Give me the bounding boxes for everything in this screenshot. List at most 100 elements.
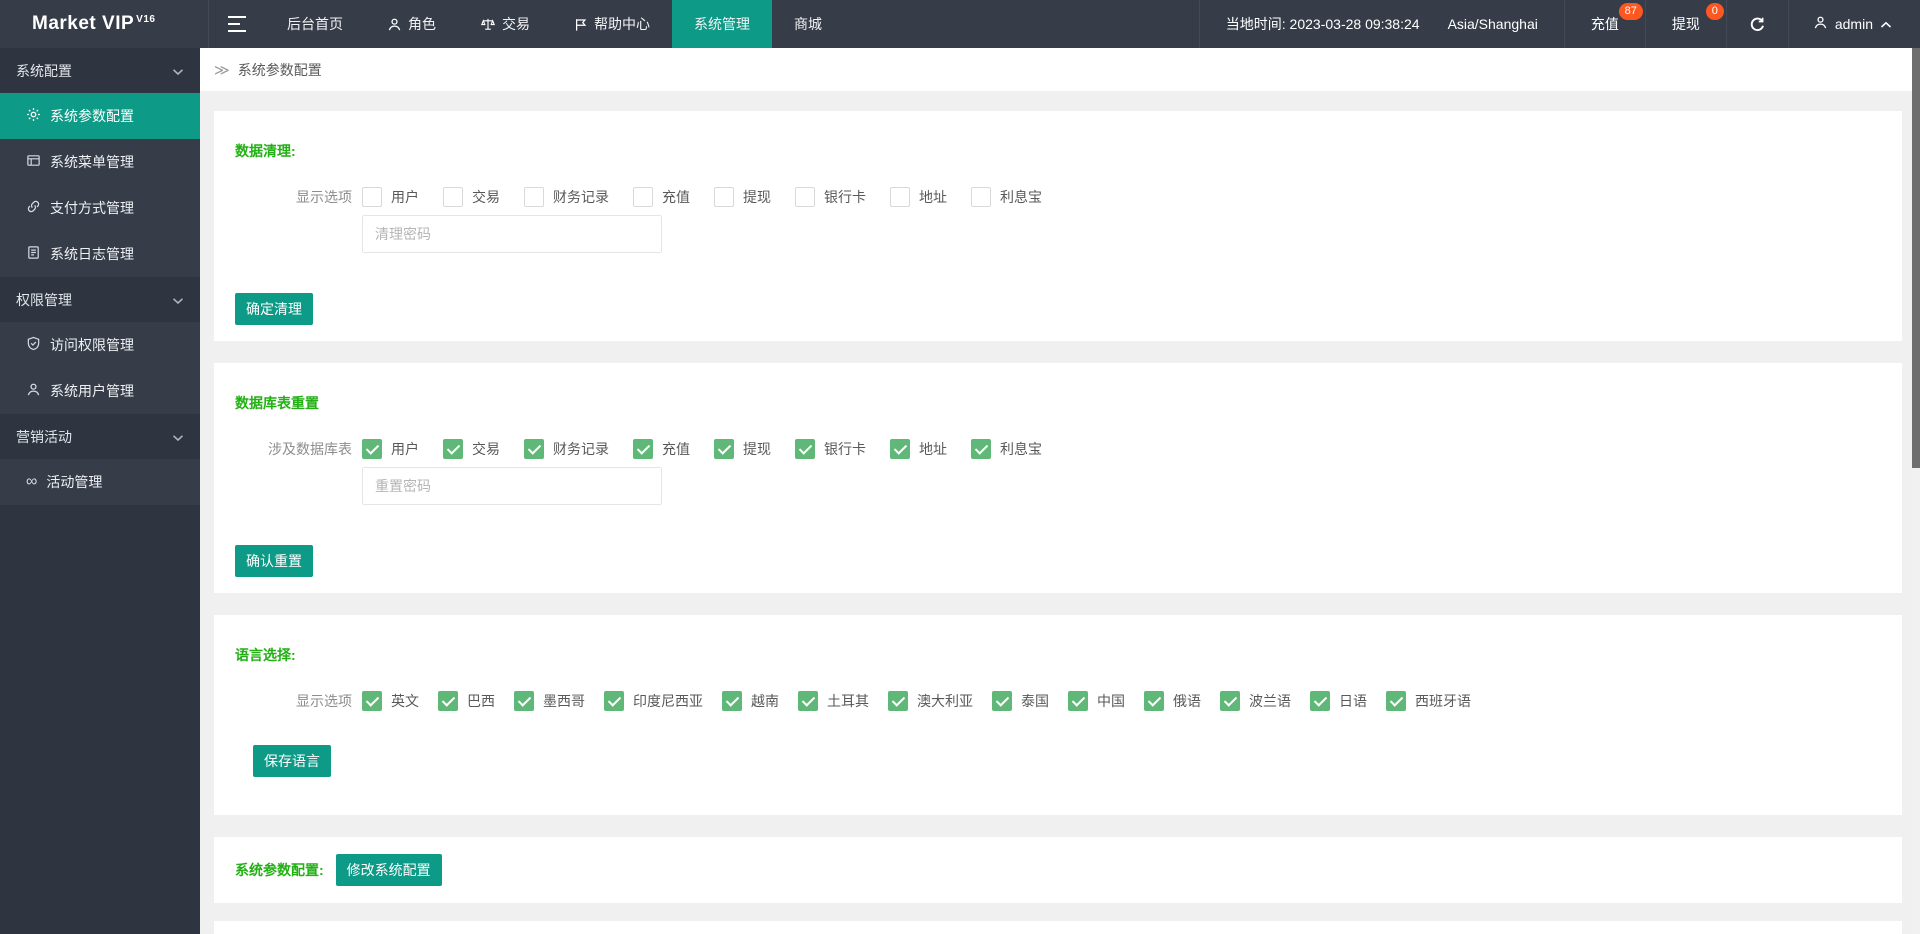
- sidebar-item-system-log-management[interactable]: 系统日志管理: [0, 231, 200, 277]
- refresh-icon[interactable]: [1727, 0, 1788, 48]
- checkbox-label: 利息宝: [1000, 189, 1042, 205]
- checkbox-option[interactable]: 利息宝: [971, 187, 1042, 207]
- sidebar-item-system-user-management[interactable]: 系统用户管理: [0, 368, 200, 414]
- sidebar-item-system-menu-management[interactable]: 系统菜单管理: [0, 139, 200, 185]
- checkbox-checked[interactable]: [604, 691, 624, 711]
- checkbox-checked[interactable]: [714, 439, 734, 459]
- checkbox-option[interactable]: 印度尼西亚: [604, 691, 703, 711]
- sidebar-item-access-permission-management[interactable]: 访问权限管理: [0, 322, 200, 368]
- panel-system-param: 系统参数配置: 修改系统配置: [214, 837, 1902, 903]
- checkbox-checked[interactable]: [798, 691, 818, 711]
- checkbox-option[interactable]: 泰国: [992, 691, 1049, 711]
- checkbox[interactable]: [443, 187, 463, 207]
- checkbox-checked[interactable]: [971, 439, 991, 459]
- checkbox-checked[interactable]: [1068, 691, 1088, 711]
- checkbox-checked[interactable]: [1310, 691, 1330, 711]
- checkbox-option[interactable]: 用户: [362, 187, 419, 207]
- nav-item-roles[interactable]: 角色: [365, 0, 458, 48]
- checkbox-option[interactable]: 充值: [633, 187, 690, 207]
- checkbox-checked[interactable]: [633, 439, 653, 459]
- checkbox-option[interactable]: 提现: [714, 187, 771, 207]
- checkbox[interactable]: [714, 187, 734, 207]
- checkbox-option[interactable]: 越南: [722, 691, 779, 711]
- sidebar-group-system-config[interactable]: 系统配置: [0, 48, 200, 93]
- checkbox-option[interactable]: 波兰语: [1220, 691, 1291, 711]
- checkbox-checked[interactable]: [362, 439, 382, 459]
- checkbox-label: 墨西哥: [543, 693, 585, 709]
- user-menu[interactable]: admin: [1789, 0, 1920, 48]
- sidebar-toggle-icon[interactable]: [209, 0, 265, 48]
- checkbox[interactable]: [971, 187, 991, 207]
- checkbox-option[interactable]: 利息宝: [971, 439, 1042, 459]
- checkbox[interactable]: [795, 187, 815, 207]
- infinity-icon: ∞: [26, 473, 38, 490]
- checkbox-checked[interactable]: [514, 691, 534, 711]
- checkbox-option[interactable]: 日语: [1310, 691, 1367, 711]
- checkbox-label: 用户: [391, 441, 419, 457]
- checkbox-option[interactable]: 西班牙语: [1386, 691, 1471, 711]
- sidebar-item-activity-management[interactable]: ∞ 活动管理: [0, 459, 200, 505]
- checkbox-option[interactable]: 土耳其: [798, 691, 869, 711]
- checkbox-option[interactable]: 交易: [443, 439, 500, 459]
- checkbox-option[interactable]: 财务记录: [524, 439, 609, 459]
- checkbox-option[interactable]: 英文: [362, 691, 419, 711]
- checkbox-checked[interactable]: [722, 691, 742, 711]
- modify-system-config-button[interactable]: 修改系统配置: [335, 854, 442, 886]
- nav-item-dashboard[interactable]: 后台首页: [265, 0, 365, 48]
- nav-label: 后台首页: [287, 16, 343, 32]
- checkbox-label: 充值: [662, 189, 690, 205]
- checkbox-option[interactable]: 交易: [443, 187, 500, 207]
- checkbox-option[interactable]: 墨西哥: [514, 691, 585, 711]
- checkbox-checked[interactable]: [795, 439, 815, 459]
- checkbox-checked[interactable]: [443, 439, 463, 459]
- nav-item-system-management[interactable]: 系统管理: [672, 0, 772, 48]
- checkbox-checked[interactable]: [992, 691, 1012, 711]
- checkbox-option[interactable]: 巴西: [438, 691, 495, 711]
- checkbox-option[interactable]: 银行卡: [795, 187, 866, 207]
- checkbox-option[interactable]: 用户: [362, 439, 419, 459]
- confirm-reset-button[interactable]: 确认重置: [235, 545, 313, 577]
- checkbox-checked[interactable]: [1220, 691, 1240, 711]
- sidebar-item-system-param-config[interactable]: 系统参数配置: [0, 93, 200, 139]
- reset-password-input[interactable]: [362, 467, 662, 505]
- item-label: 系统参数配置: [50, 108, 134, 124]
- recharge-link[interactable]: 充值 87: [1565, 0, 1645, 48]
- sidebar-group-permission-management[interactable]: 权限管理: [0, 277, 200, 322]
- checkbox-checked[interactable]: [438, 691, 458, 711]
- recharge-badge: 87: [1618, 3, 1643, 20]
- confirm-clean-button[interactable]: 确定清理: [235, 293, 313, 325]
- nav-item-help-center[interactable]: 帮助中心: [552, 0, 672, 48]
- checkbox-checked[interactable]: [524, 439, 544, 459]
- brand-text: Market VIP: [32, 13, 135, 34]
- brand-logo[interactable]: Market VIP V16: [0, 13, 208, 35]
- checkbox[interactable]: [890, 187, 910, 207]
- save-language-button[interactable]: 保存语言: [253, 745, 331, 777]
- item-label: 访问权限管理: [50, 337, 134, 353]
- nav-item-mall[interactable]: 商城: [772, 0, 844, 48]
- checkbox-option[interactable]: 银行卡: [795, 439, 866, 459]
- scrollbar-thumb[interactable]: [1912, 48, 1920, 468]
- checkbox-option[interactable]: 澳大利亚: [888, 691, 973, 711]
- checkbox-option[interactable]: 地址: [890, 439, 947, 459]
- clean-password-input[interactable]: [362, 215, 662, 253]
- checkbox-label: 越南: [751, 693, 779, 709]
- checkbox-checked[interactable]: [1386, 691, 1406, 711]
- checkbox[interactable]: [362, 187, 382, 207]
- checkbox-option[interactable]: 地址: [890, 187, 947, 207]
- checkbox-checked[interactable]: [890, 439, 910, 459]
- sidebar-group-marketing[interactable]: 营销活动: [0, 414, 200, 459]
- checkbox-checked[interactable]: [1144, 691, 1164, 711]
- sidebar-item-payment-method-management[interactable]: 支付方式管理: [0, 185, 200, 231]
- checkbox-checked[interactable]: [362, 691, 382, 711]
- checkbox-option[interactable]: 提现: [714, 439, 771, 459]
- checkbox-checked[interactable]: [888, 691, 908, 711]
- checkbox[interactable]: [633, 187, 653, 207]
- nav-item-trade[interactable]: 交易: [458, 0, 552, 48]
- checkbox[interactable]: [524, 187, 544, 207]
- withdraw-link[interactable]: 提现 0: [1646, 0, 1726, 48]
- checkbox-option[interactable]: 俄语: [1144, 691, 1201, 711]
- checkbox-option[interactable]: 财务记录: [524, 187, 609, 207]
- checkbox-option[interactable]: 中国: [1068, 691, 1125, 711]
- checkbox-option[interactable]: 充值: [633, 439, 690, 459]
- scrollbar[interactable]: [1912, 48, 1920, 934]
